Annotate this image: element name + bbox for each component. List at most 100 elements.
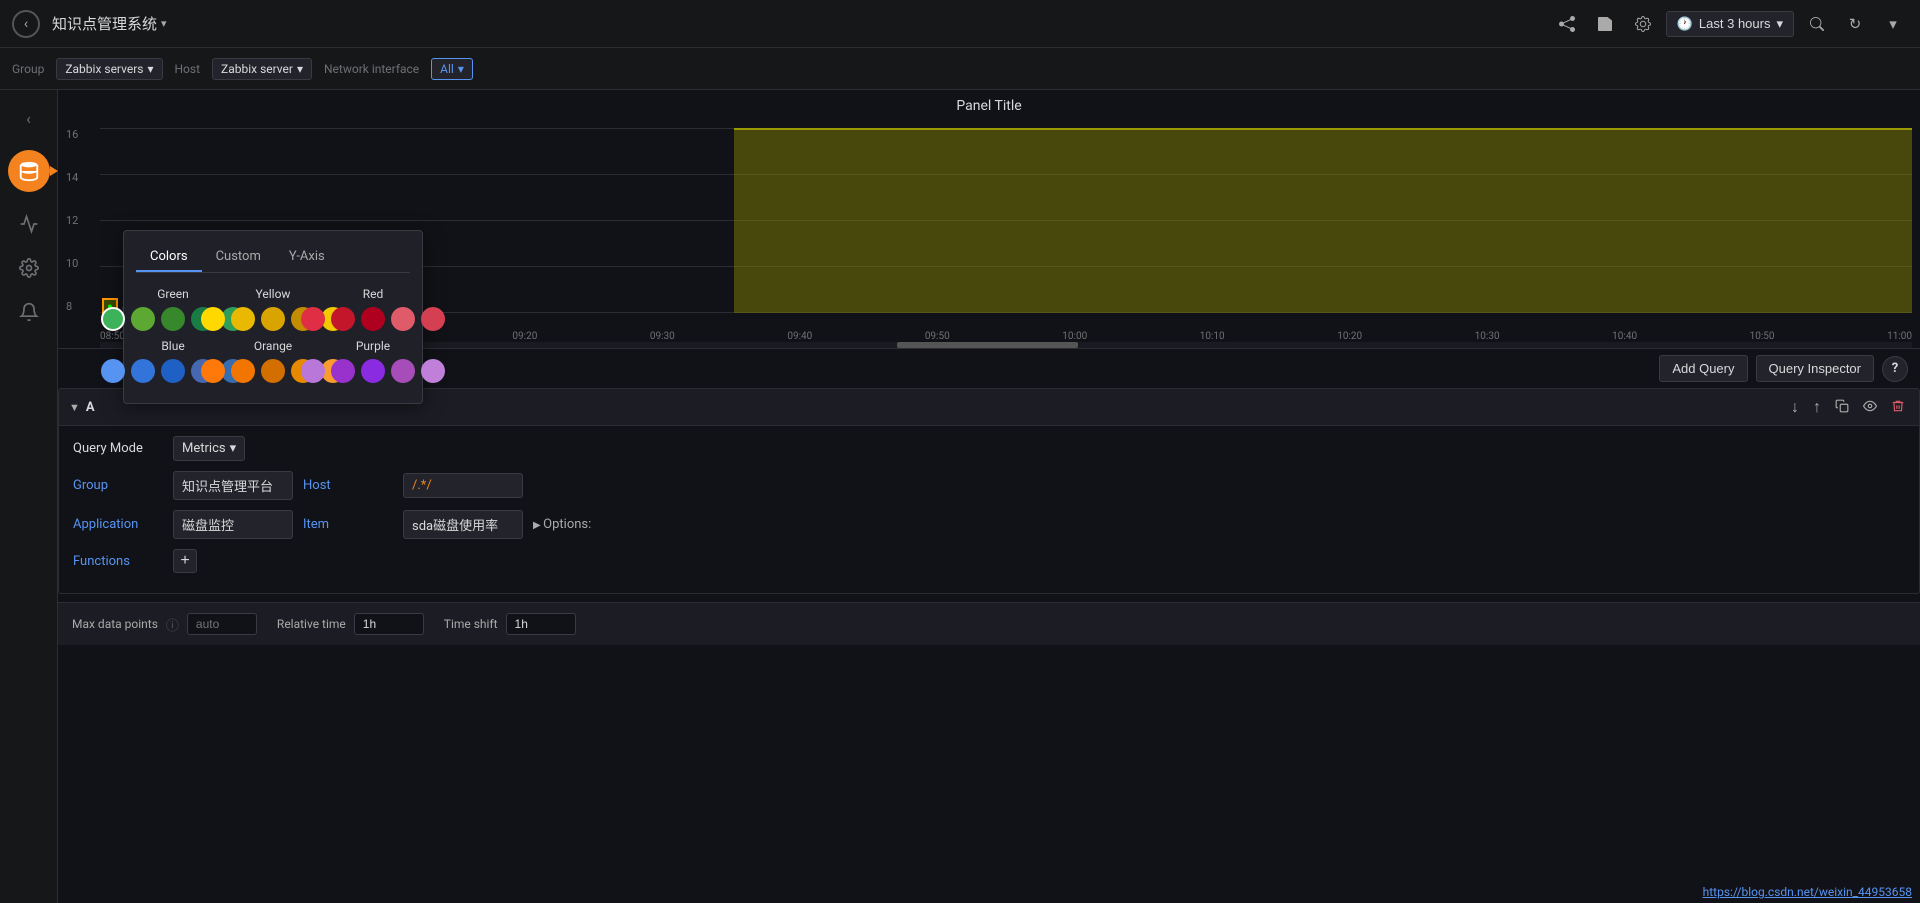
sidebar-icon-back[interactable]: ‹	[9, 98, 49, 138]
purple-label: Purple	[356, 339, 390, 353]
max-data-points-label: Max data points	[72, 617, 158, 631]
red-label: Red	[363, 287, 384, 301]
relative-time-group: Relative time	[277, 613, 424, 635]
app-caret-icon[interactable]: ▾	[161, 17, 167, 30]
host-filter-dropdown[interactable]: Zabbix server ▾	[212, 58, 312, 80]
yellow-circle-2[interactable]	[231, 307, 255, 331]
sidebar-icon-alert[interactable]	[9, 292, 49, 332]
time-shift-label: Time shift	[444, 617, 498, 631]
chart-scrollbar-thumb[interactable]	[897, 342, 1078, 348]
bottom-settings: Max data points ⓘ Relative time Time shi…	[58, 602, 1920, 645]
x-label-4: 09:30	[650, 331, 675, 342]
blue-group: Blue	[136, 339, 210, 383]
query-actions: ↓ ↑	[1787, 395, 1909, 419]
x-label-7: 10:00	[1062, 331, 1087, 342]
time-range-button[interactable]: 🕐 Last 3 hours ▾	[1666, 11, 1794, 37]
host-input[interactable]: /.*/	[403, 473, 523, 498]
red-circle-1[interactable]	[301, 307, 325, 331]
add-query-button[interactable]: Add Query	[1659, 355, 1747, 382]
red-circle-2[interactable]	[331, 307, 355, 331]
share-button[interactable]	[1552, 9, 1582, 39]
topbar: ‹ 知识点管理系统 ▾ 🕐 Last 3 hours ▾ ↻ ▾	[0, 0, 1920, 48]
cp-tab-yaxis[interactable]: Y-Axis	[275, 243, 339, 272]
x-label-8: 10:10	[1200, 331, 1225, 342]
query-move-down-icon[interactable]: ↓	[1787, 395, 1803, 419]
item-input[interactable]: sda磁盘使用率	[403, 510, 523, 539]
panel-title: Panel Title	[58, 90, 1920, 118]
info-icon[interactable]: ⓘ	[166, 615, 179, 634]
blue-circle-1[interactable]	[101, 359, 125, 383]
group-caret-icon: ▾	[147, 62, 153, 76]
blue-circle-2[interactable]	[131, 359, 155, 383]
cp-tab-custom[interactable]: Custom	[202, 243, 275, 272]
yellow-circle-1[interactable]	[201, 307, 225, 331]
cp-tab-colors[interactable]: Colors	[136, 243, 202, 272]
purple-group: Purple	[336, 339, 410, 383]
time-shift-group: Time shift	[444, 613, 576, 635]
red-circle-4[interactable]	[391, 307, 415, 331]
query-mode-label: Query Mode	[73, 441, 163, 456]
x-label-13: 11:00	[1887, 331, 1912, 342]
settings-button[interactable]	[1628, 9, 1658, 39]
help-button[interactable]: ?	[1882, 356, 1908, 382]
refresh-dropdown-button[interactable]: ▾	[1878, 9, 1908, 39]
red-circle-5[interactable]	[421, 307, 445, 331]
purple-circle-5[interactable]	[421, 359, 445, 383]
network-filter-dropdown[interactable]: All ▾	[431, 58, 473, 80]
group-filter-label: Group	[12, 62, 44, 76]
functions-row: Functions +	[73, 549, 1905, 573]
options-label[interactable]: Options:	[533, 517, 591, 532]
footer-url[interactable]: https://blog.csdn.net/weixin_44953658	[1703, 885, 1912, 899]
query-collapse-caret[interactable]: ▼	[69, 401, 80, 414]
sidebar-icon-chart[interactable]	[9, 204, 49, 244]
network-caret-icon: ▾	[458, 62, 464, 76]
x-label-6: 09:50	[925, 331, 950, 342]
save-button[interactable]	[1590, 9, 1620, 39]
back-button[interactable]: ‹	[12, 10, 40, 38]
purple-circle-1[interactable]	[301, 359, 325, 383]
red-group: Red	[336, 287, 410, 331]
query-duplicate-icon[interactable]	[1831, 396, 1853, 419]
refresh-button[interactable]: ↻	[1840, 9, 1870, 39]
sidebar-icon-data[interactable]	[8, 150, 50, 192]
purple-circle-4[interactable]	[391, 359, 415, 383]
query-body: Query Mode Metrics ▾ Group 知识点管理平台 Host …	[59, 426, 1919, 593]
item-label: Item	[303, 517, 393, 532]
group-input[interactable]: 知识点管理平台	[173, 471, 293, 500]
orange-label: Orange	[254, 339, 292, 353]
green-circle-2[interactable]	[131, 307, 155, 331]
network-filter-label: Network interface	[324, 62, 419, 76]
orange-circle-2[interactable]	[231, 359, 255, 383]
green-circle-3[interactable]	[161, 307, 185, 331]
query-mode-select[interactable]: Metrics ▾	[173, 436, 245, 461]
time-shift-input[interactable]	[506, 613, 576, 635]
purple-circle-3[interactable]	[361, 359, 385, 383]
group-filter-dropdown[interactable]: Zabbix servers ▾	[56, 58, 162, 80]
green-label: Green	[157, 287, 188, 301]
application-item-row: Application 磁盘监控 Item sda磁盘使用率 Options:	[73, 510, 1905, 539]
query-delete-icon[interactable]	[1887, 396, 1909, 419]
max-data-points-group: Max data points ⓘ	[72, 613, 257, 635]
add-function-button[interactable]: +	[173, 549, 197, 573]
red-circle-3[interactable]	[361, 307, 385, 331]
relative-time-input[interactable]	[354, 613, 424, 635]
relative-time-label: Relative time	[277, 617, 346, 631]
green-circle-1[interactable]	[101, 307, 125, 331]
blue-circle-3[interactable]	[161, 359, 185, 383]
x-label-10: 10:30	[1475, 331, 1500, 342]
time-caret-icon: ▾	[1776, 16, 1783, 32]
query-visibility-icon[interactable]	[1859, 396, 1881, 419]
sidebar-icon-settings[interactable]	[9, 248, 49, 288]
max-data-points-input[interactable]	[187, 613, 257, 635]
purple-circle-2[interactable]	[331, 359, 355, 383]
app-title: 知识点管理系统 ▾	[52, 13, 167, 34]
orange-circle-1[interactable]	[201, 359, 225, 383]
query-move-up-icon[interactable]: ↑	[1809, 395, 1825, 419]
application-input[interactable]: 磁盘监控	[173, 510, 293, 539]
orange-circle-3[interactable]	[261, 359, 285, 383]
yellow-circle-3[interactable]	[261, 307, 285, 331]
search-button[interactable]	[1802, 9, 1832, 39]
query-inspector-button[interactable]: Query Inspector	[1756, 355, 1875, 382]
application-label: Application	[73, 517, 163, 532]
x-label-9: 10:20	[1337, 331, 1362, 342]
